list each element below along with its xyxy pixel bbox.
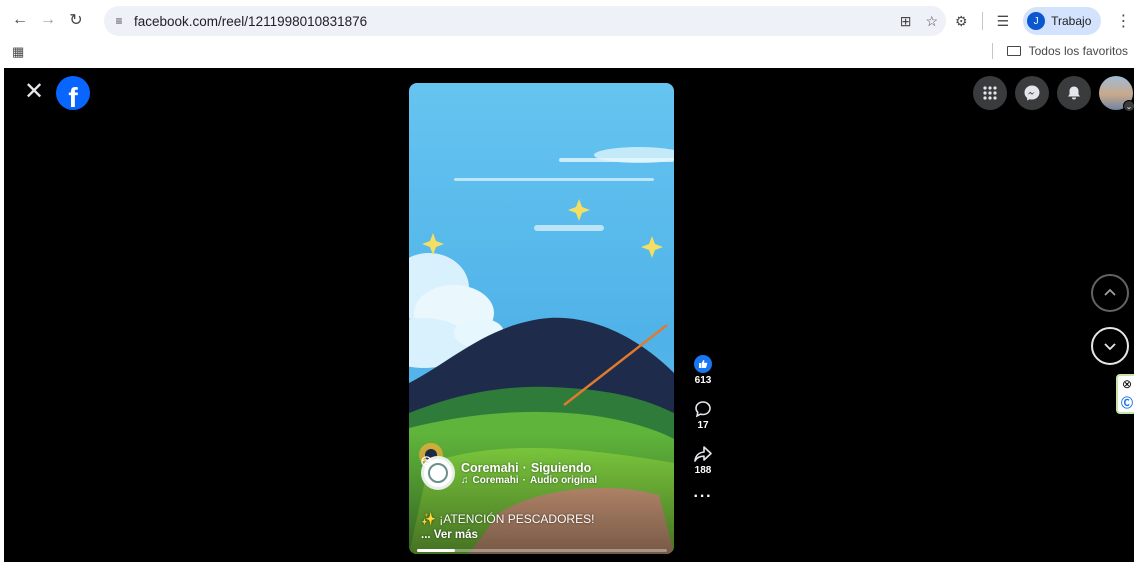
close-widget-icon[interactable]: ⊗ — [1122, 377, 1132, 391]
share-action[interactable]: 188 — [693, 445, 713, 476]
toolbar-divider — [981, 12, 983, 30]
menu-grid-icon[interactable] — [973, 76, 1007, 110]
extension-widget[interactable]: ⊗ Ⓒ — [1116, 374, 1134, 414]
owner-name[interactable]: Coremahi — [461, 461, 519, 475]
owner-text: Coremahi · Siguiendo ♫ Coremahi · Audio … — [421, 456, 597, 486]
music-note-icon: ♫ — [461, 474, 469, 486]
all-bookmarks-label: Todos los favoritos — [1028, 44, 1128, 58]
profile-button[interactable]: J Trabajo — [1023, 7, 1102, 35]
follow-status[interactable]: Siguiendo — [531, 461, 591, 475]
apps-grid-icon[interactable]: ▦ — [12, 44, 24, 60]
audio-owner: Coremahi — [472, 474, 519, 486]
browser-chrome: ← → ↻ ≡ facebook.com/reel/12119980108318… — [0, 0, 1134, 68]
share-icon[interactable] — [693, 445, 713, 463]
account-avatar[interactable]: ⌄ — [1099, 76, 1134, 112]
reel-caption: ✨ ¡ATENCIÓN PESCADORES! — [421, 512, 594, 526]
reel-actions: 613 17 188 ··· — [690, 355, 716, 505]
bookmarks-divider — [991, 43, 993, 59]
reel-owner: Coremahi · Siguiendo ♫ Coremahi · Audio … — [421, 456, 597, 490]
facebook-logo[interactable]: f — [56, 76, 90, 110]
close-icon[interactable]: ✕ — [24, 80, 44, 104]
reel-viewer: ✕ f ⌄ Coremahi · Siguiendo ♫ Coremahi · … — [4, 68, 1134, 562]
audio-separator: · — [522, 474, 526, 486]
owner-line: Coremahi · Siguiendo — [421, 456, 597, 475]
bookmarks-bar: ▦ Todos los favoritos — [0, 40, 1134, 64]
like-thumb-icon[interactable] — [694, 355, 712, 373]
address-bar[interactable]: ≡ facebook.com/reel/1211998010831876 ⊞ ☆ — [104, 6, 946, 36]
extension-e-icon[interactable]: Ⓒ — [1121, 394, 1133, 411]
separator-dot: · — [522, 460, 527, 475]
next-reel-button[interactable] — [1091, 327, 1129, 365]
previous-reel-button[interactable] — [1091, 274, 1129, 312]
profile-avatar: J — [1027, 12, 1046, 30]
more-options-button[interactable]: ··· — [694, 489, 713, 505]
install-app-icon[interactable]: ⊞ — [900, 13, 912, 30]
like-count: 613 — [694, 375, 712, 386]
caption-text: ¡ATENCIÓN PESCADORES! — [439, 512, 595, 526]
comment-count: 17 — [697, 420, 709, 431]
messenger-icon[interactable] — [1015, 76, 1049, 110]
reload-icon[interactable]: ↻ — [62, 6, 90, 34]
globe-icon — [421, 456, 432, 467]
chevron-down-icon: ⌄ — [1123, 100, 1134, 112]
comment-icon[interactable] — [694, 400, 712, 418]
forward-icon[interactable]: → — [34, 6, 62, 34]
browser-menu-icon[interactable]: ⋮ — [1115, 11, 1131, 31]
extensions-icon[interactable]: ⚙ — [955, 13, 968, 30]
comment-action[interactable]: 17 — [694, 400, 712, 431]
url-text[interactable]: facebook.com/reel/1211998010831876 — [134, 14, 367, 29]
see-more-link[interactable]: ... Ver más — [421, 529, 478, 541]
audio-line[interactable]: ♫ Coremahi · Audio original — [461, 475, 597, 486]
caption-emoji-icon: ✨ — [421, 512, 436, 526]
chevron-down-icon — [1104, 343, 1116, 351]
like-action[interactable]: 613 — [694, 355, 712, 386]
reading-list-icon[interactable]: ☰ — [997, 13, 1010, 30]
site-settings-icon[interactable]: ≡ — [104, 14, 134, 28]
all-bookmarks-button[interactable]: Todos los favoritos — [991, 43, 1128, 59]
bookmark-star-icon[interactable]: ☆ — [925, 13, 938, 30]
share-count: 188 — [694, 465, 712, 476]
folder-icon — [1006, 46, 1021, 56]
back-icon[interactable]: ← — [6, 6, 34, 34]
top-right-controls: ⌄ — [973, 76, 1134, 112]
video-progress-fill — [417, 549, 455, 552]
notifications-bell-icon[interactable] — [1057, 76, 1091, 110]
chevron-up-icon — [1104, 288, 1116, 296]
reel-video[interactable]: Coremahi · Siguiendo ♫ Coremahi · Audio … — [409, 83, 674, 554]
browser-toolbar: ← → ↻ ≡ facebook.com/reel/12119980108318… — [0, 0, 1134, 40]
video-progress-bar[interactable] — [417, 549, 667, 552]
profile-name: Trabajo — [1051, 14, 1092, 28]
audio-label: Audio original — [529, 474, 598, 486]
more-icon[interactable]: ··· — [694, 489, 713, 505]
